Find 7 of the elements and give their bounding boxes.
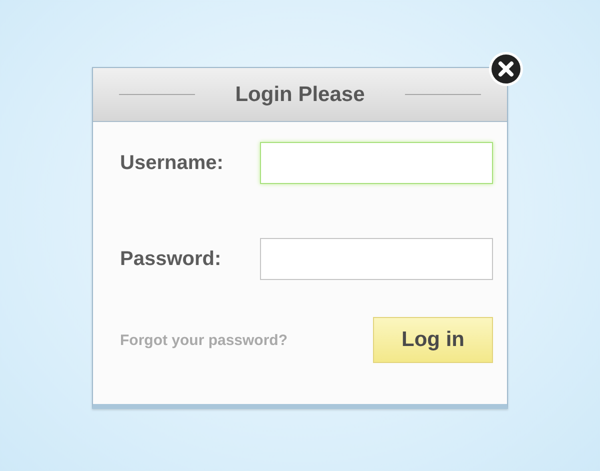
field-label: Username: [120,152,224,174]
input-field[interactable] [260,142,493,184]
login-button[interactable]: Log in [373,317,493,363]
input-field[interactable] [260,238,493,280]
close-icon[interactable] [488,51,524,87]
dialog-title: Login Please [235,82,365,106]
field-label: Password: [120,248,222,270]
